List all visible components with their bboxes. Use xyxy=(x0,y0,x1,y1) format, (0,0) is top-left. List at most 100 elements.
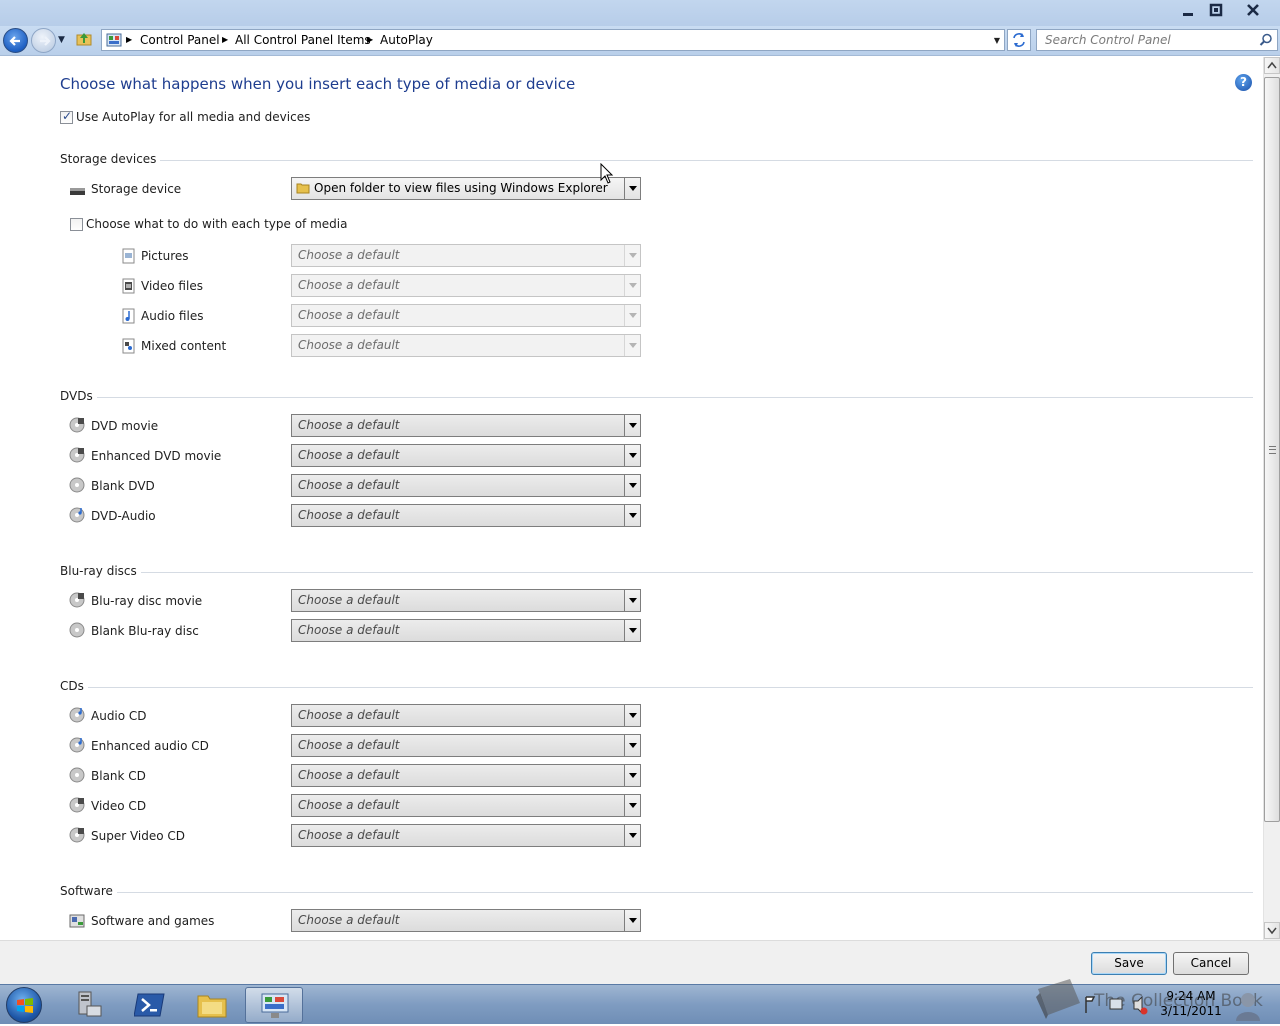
enhanced-audio-cd-label: Enhanced audio CD xyxy=(91,739,209,753)
dropdown-value: Choose a default xyxy=(298,798,400,812)
chevron-down-icon[interactable] xyxy=(624,705,640,726)
chevron-down-icon[interactable] xyxy=(624,825,640,846)
dvd-movie-label: DVD movie xyxy=(91,419,159,433)
bluray-movie-dropdown[interactable]: Choose a default xyxy=(291,589,641,612)
taskbar-windows-explorer[interactable] xyxy=(183,987,241,1023)
minimize-icon xyxy=(1183,13,1193,16)
audio-cd-icon xyxy=(69,707,85,723)
dvd-audio-dropdown[interactable]: Choose a default xyxy=(291,504,641,527)
help-icon[interactable]: ? xyxy=(1235,74,1252,91)
audio-files-icon xyxy=(122,308,135,324)
blank-bluray-dropdown[interactable]: Choose a default xyxy=(291,619,641,642)
choose-each-media-checkbox[interactable] xyxy=(70,218,83,231)
audio-cd-dropdown[interactable]: Choose a default xyxy=(291,704,641,727)
control-panel-icon xyxy=(106,33,122,47)
dropdown-value: Choose a default xyxy=(298,308,400,322)
chevron-down-icon[interactable] xyxy=(624,505,640,526)
enhanced-audio-cd-dropdown[interactable]: Choose a default xyxy=(291,734,641,757)
restore-icon xyxy=(1209,3,1223,17)
address-history-chevron-down-icon[interactable]: ▼ xyxy=(994,36,1000,45)
breadcrumb-separator-icon[interactable]: ▶ xyxy=(222,35,228,44)
dvd-movie-dropdown[interactable]: Choose a default xyxy=(291,414,641,437)
use-autoplay-label[interactable]: Use AutoPlay for all media and devices xyxy=(76,110,310,124)
breadcrumb-all-control-panel-items[interactable]: All Control Panel Items xyxy=(235,33,371,47)
chevron-down-icon[interactable] xyxy=(624,620,640,641)
autoplay-settings-panel: Choose what happens when you insert each… xyxy=(0,57,1263,940)
search-input[interactable]: Search Control Panel xyxy=(1045,33,1171,47)
blank-dvd-icon xyxy=(69,477,85,493)
chevron-down-icon[interactable] xyxy=(624,590,640,611)
blank-bluray-icon xyxy=(69,622,85,638)
notification-area xyxy=(1080,991,1160,1019)
start-button[interactable] xyxy=(6,987,42,1023)
storage-device-dropdown[interactable]: Open folder to view files using Windows … xyxy=(291,177,641,200)
choose-each-media-label[interactable]: Choose what to do with each type of medi… xyxy=(86,217,347,231)
taskbar-server-manager[interactable] xyxy=(60,987,118,1023)
server-manager-icon xyxy=(78,991,102,1017)
chevron-up-icon xyxy=(1267,61,1277,69)
chevron-down-icon xyxy=(624,335,640,356)
video-cd-dropdown[interactable]: Choose a default xyxy=(291,794,641,817)
breadcrumb-control-panel[interactable]: Control Panel xyxy=(140,33,220,47)
close-button[interactable] xyxy=(1240,1,1266,21)
save-button[interactable]: Save xyxy=(1091,952,1167,975)
storage-device-icon xyxy=(70,188,85,195)
vertical-scrollbar[interactable] xyxy=(1263,57,1280,940)
forward-button[interactable] xyxy=(31,28,56,53)
scroll-up-button[interactable] xyxy=(1264,57,1280,74)
chevron-down-icon[interactable] xyxy=(624,475,640,496)
user-avatar-icon[interactable] xyxy=(1228,989,1262,1021)
minimize-button[interactable] xyxy=(1175,1,1201,21)
use-autoplay-checkbox[interactable]: ✓ xyxy=(60,109,73,124)
address-bar[interactable]: ▶ Control Panel ▶ All Control Panel Item… xyxy=(101,29,1005,51)
network-icon xyxy=(1109,998,1123,1010)
software-games-dropdown[interactable]: Choose a default xyxy=(291,909,641,932)
scroll-down-button[interactable] xyxy=(1264,922,1280,939)
windows-logo-icon xyxy=(17,998,33,1013)
blank-dvd-dropdown[interactable]: Choose a default xyxy=(291,474,641,497)
taskbar-control-panel[interactable] xyxy=(245,987,303,1023)
search-icon[interactable] xyxy=(1259,33,1273,47)
chevron-down-icon[interactable] xyxy=(624,795,640,816)
search-box[interactable]: Search Control Panel xyxy=(1036,29,1278,51)
dropdown-value: Choose a default xyxy=(298,623,400,637)
enhanced-dvd-movie-label: Enhanced DVD movie xyxy=(91,449,222,463)
breadcrumb-separator-icon[interactable]: ▶ xyxy=(367,35,373,44)
close-icon xyxy=(1247,4,1259,16)
chevron-down-icon[interactable] xyxy=(624,415,640,436)
blank-cd-dropdown[interactable]: Choose a default xyxy=(291,764,641,787)
chevron-down-icon[interactable] xyxy=(624,445,640,466)
chevron-down-icon xyxy=(624,245,640,266)
chevron-down-icon[interactable] xyxy=(624,735,640,756)
up-folder-icon[interactable] xyxy=(76,31,92,47)
section-title: Storage devices xyxy=(60,152,161,166)
breadcrumb-separator-icon[interactable]: ▶ xyxy=(126,35,132,44)
section-title: DVDs xyxy=(60,389,97,403)
chevron-down-icon[interactable] xyxy=(624,910,640,931)
recent-pages-chevron-down-icon[interactable]: ▼ xyxy=(58,35,65,45)
super-video-cd-dropdown[interactable]: Choose a default xyxy=(291,824,641,847)
title-bar xyxy=(0,0,1280,26)
chevron-down-icon[interactable] xyxy=(624,178,640,199)
breadcrumb-autoplay[interactable]: AutoPlay xyxy=(380,33,433,47)
chevron-down-icon[interactable] xyxy=(624,765,640,786)
clock[interactable]: 9:24 AM 3/11/2011 xyxy=(1160,989,1222,1019)
video-files-dropdown: Choose a default xyxy=(291,274,641,297)
dvd-movie-icon xyxy=(69,417,85,433)
restore-button[interactable] xyxy=(1203,1,1229,21)
dropdown-value: Choose a default xyxy=(298,448,400,462)
cancel-button[interactable]: Cancel xyxy=(1173,952,1249,975)
mixed-content-label: Mixed content xyxy=(141,339,227,353)
forward-arrow-icon xyxy=(40,36,51,46)
folder-icon xyxy=(296,183,310,194)
scroll-thumb[interactable] xyxy=(1264,77,1280,822)
refresh-button[interactable] xyxy=(1007,29,1031,51)
bluray-movie-label: Blu-ray disc movie xyxy=(91,594,203,608)
dropdown-value: Choose a default xyxy=(298,738,400,752)
dropdown-value: Choose a default xyxy=(298,248,400,262)
back-button[interactable] xyxy=(3,28,28,53)
storage-device-label: Storage device xyxy=(91,182,182,196)
enhanced-dvd-movie-dropdown[interactable]: Choose a default xyxy=(291,444,641,467)
chevron-down-icon xyxy=(624,305,640,326)
taskbar-powershell[interactable] xyxy=(121,987,179,1023)
